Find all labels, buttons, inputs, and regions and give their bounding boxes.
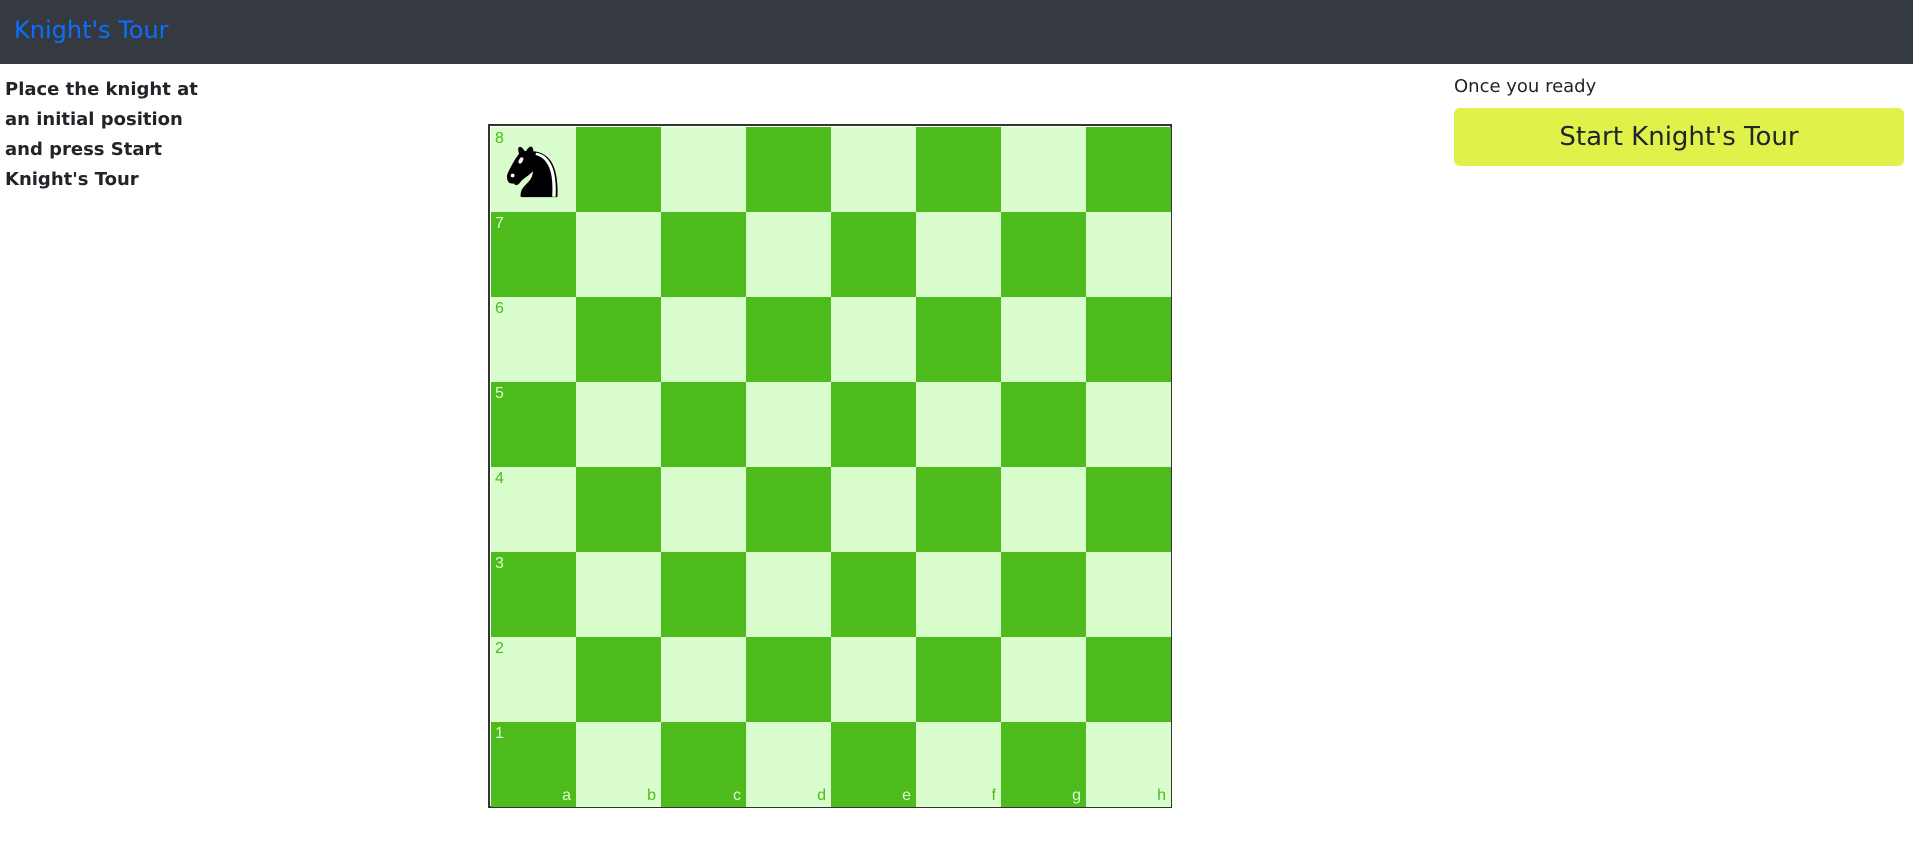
square-a1[interactable]: 1a	[491, 722, 576, 807]
square-f5[interactable]	[916, 382, 1001, 467]
square-d8[interactable]	[746, 127, 831, 212]
square-b4[interactable]	[576, 467, 661, 552]
rank-label: 1	[495, 725, 504, 742]
square-h2[interactable]	[1086, 637, 1171, 722]
square-d3[interactable]	[746, 552, 831, 637]
square-f7[interactable]	[916, 212, 1001, 297]
square-e4[interactable]	[831, 467, 916, 552]
square-e5[interactable]	[831, 382, 916, 467]
square-c1[interactable]: c	[661, 722, 746, 807]
file-label: f	[991, 787, 996, 804]
file-label: g	[1072, 787, 1081, 804]
square-a6[interactable]: 6	[491, 297, 576, 382]
brand-link[interactable]: Knight's Tour	[14, 14, 169, 46]
square-c8[interactable]	[661, 127, 746, 212]
square-a8[interactable]: 8	[491, 127, 576, 212]
square-b6[interactable]	[576, 297, 661, 382]
square-g7[interactable]	[1001, 212, 1086, 297]
square-c2[interactable]	[661, 637, 746, 722]
square-d2[interactable]	[746, 637, 831, 722]
square-h6[interactable]	[1086, 297, 1171, 382]
square-c7[interactable]	[661, 212, 746, 297]
square-d4[interactable]	[746, 467, 831, 552]
square-e2[interactable]	[831, 637, 916, 722]
square-h7[interactable]	[1086, 212, 1171, 297]
square-f4[interactable]	[916, 467, 1001, 552]
square-f2[interactable]	[916, 637, 1001, 722]
square-g5[interactable]	[1001, 382, 1086, 467]
square-g1[interactable]: g	[1001, 722, 1086, 807]
square-g3[interactable]	[1001, 552, 1086, 637]
file-label: a	[562, 787, 571, 804]
square-b3[interactable]	[576, 552, 661, 637]
square-g4[interactable]	[1001, 467, 1086, 552]
square-h4[interactable]	[1086, 467, 1171, 552]
square-a7[interactable]: 7	[491, 212, 576, 297]
square-a3[interactable]: 3	[491, 552, 576, 637]
square-c3[interactable]	[661, 552, 746, 637]
square-e1[interactable]: e	[831, 722, 916, 807]
square-h8[interactable]	[1086, 127, 1171, 212]
chessboard[interactable]: 87654321abcdefgh	[488, 124, 1172, 808]
square-c5[interactable]	[661, 382, 746, 467]
square-h3[interactable]	[1086, 552, 1171, 637]
square-e7[interactable]	[831, 212, 916, 297]
square-g6[interactable]	[1001, 297, 1086, 382]
square-c4[interactable]	[661, 467, 746, 552]
square-h5[interactable]	[1086, 382, 1171, 467]
file-label: b	[647, 787, 656, 804]
square-a5[interactable]: 5	[491, 382, 576, 467]
file-label: h	[1157, 787, 1166, 804]
square-f3[interactable]	[916, 552, 1001, 637]
rank-label: 6	[495, 300, 504, 317]
square-d6[interactable]	[746, 297, 831, 382]
rank-label: 2	[495, 640, 504, 657]
square-e6[interactable]	[831, 297, 916, 382]
instructions-text: Place the knight at an initial position …	[5, 79, 198, 190]
square-f1[interactable]: f	[916, 722, 1001, 807]
square-h1[interactable]: h	[1086, 722, 1171, 807]
square-g8[interactable]	[1001, 127, 1086, 212]
square-e8[interactable]	[831, 127, 916, 212]
square-b7[interactable]	[576, 212, 661, 297]
square-d5[interactable]	[746, 382, 831, 467]
black-knight-icon[interactable]	[499, 137, 567, 205]
square-c6[interactable]	[661, 297, 746, 382]
rank-label: 7	[495, 215, 504, 232]
square-e3[interactable]	[831, 552, 916, 637]
rank-label: 3	[495, 555, 504, 572]
square-b8[interactable]	[576, 127, 661, 212]
square-b1[interactable]: b	[576, 722, 661, 807]
square-a2[interactable]: 2	[491, 637, 576, 722]
square-f8[interactable]	[916, 127, 1001, 212]
square-b5[interactable]	[576, 382, 661, 467]
square-d1[interactable]: d	[746, 722, 831, 807]
square-b2[interactable]	[576, 637, 661, 722]
navbar: Knight's Tour	[0, 0, 1913, 64]
start-knights-tour-button[interactable]: Start Knight's Tour	[1454, 108, 1904, 166]
square-g2[interactable]	[1001, 637, 1086, 722]
rank-label: 5	[495, 385, 504, 402]
file-label: c	[733, 787, 741, 804]
square-d7[interactable]	[746, 212, 831, 297]
ready-label: Once you ready	[1454, 76, 1597, 97]
file-label: d	[817, 787, 826, 804]
file-label: e	[902, 787, 911, 804]
square-f6[interactable]	[916, 297, 1001, 382]
rank-label: 4	[495, 470, 504, 487]
square-a4[interactable]: 4	[491, 467, 576, 552]
